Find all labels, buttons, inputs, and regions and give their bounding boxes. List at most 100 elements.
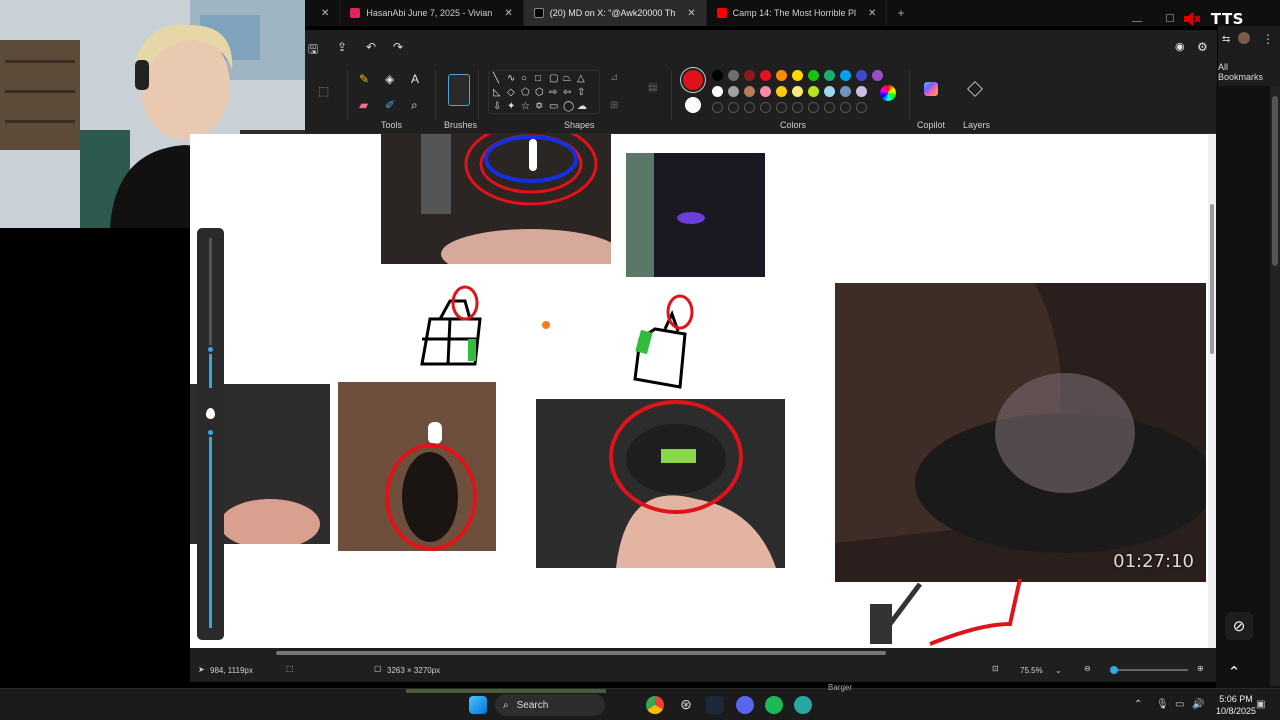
palette-swatch[interactable] — [760, 86, 771, 97]
app-icon[interactable] — [794, 696, 812, 714]
maximize-button[interactable] — [1166, 14, 1174, 22]
magnifier-icon[interactable]: ⌕ — [411, 98, 418, 113]
browser-tab-active[interactable]: (20) MD on X: "@Awk20000 Th ✕ — [523, 0, 707, 26]
custom-color-slot[interactable] — [744, 102, 755, 113]
arrow-up-shape-icon[interactable]: ⇧ — [577, 87, 585, 98]
profile-avatar[interactable] — [1238, 32, 1250, 44]
polygon-shape-icon[interactable]: ⏢ — [563, 73, 571, 84]
zoom-slider-knob[interactable] — [1110, 666, 1118, 674]
edit-colors-icon[interactable] — [880, 85, 896, 101]
custom-color-slot[interactable] — [728, 102, 739, 113]
line-shape-icon[interactable]: ╲ — [493, 73, 499, 84]
custom-color-slot[interactable] — [760, 102, 771, 113]
palette-swatch[interactable] — [744, 86, 755, 97]
redo-icon[interactable]: ↷ — [393, 40, 403, 54]
all-bookmarks-link[interactable]: All Bookmarks — [1218, 62, 1272, 82]
custom-color-slot[interactable] — [792, 102, 803, 113]
assistant-icon[interactable]: ⊘ — [1225, 612, 1253, 640]
eraser-icon[interactable]: ▰ — [359, 98, 368, 112]
start-icon[interactable] — [469, 696, 487, 714]
custom-color-slot[interactable] — [840, 102, 851, 113]
right-triangle-shape-icon[interactable]: ◺ — [493, 87, 501, 98]
minimize-button[interactable] — [1132, 14, 1142, 22]
star4-shape-icon[interactable]: ✦ — [507, 101, 515, 112]
oval-shape-icon[interactable]: ○ — [521, 73, 527, 84]
paint-canvas[interactable]: 01:27:10 — [190, 134, 1216, 648]
account-icon[interactable]: ◉ — [1175, 40, 1185, 53]
new-tab-button[interactable]: + — [887, 0, 914, 26]
custom-color-slot[interactable] — [856, 102, 867, 113]
fit-to-window-icon[interactable]: ⊡ — [992, 664, 999, 673]
fill-icon[interactable]: ◈ — [385, 72, 394, 86]
palette-swatch[interactable] — [776, 70, 787, 81]
scroll-top-icon[interactable]: ⌃ — [1220, 658, 1248, 686]
arrow-left-shape-icon[interactable]: ⇦ — [563, 87, 571, 98]
tab-close-icon[interactable]: ✕ — [504, 8, 512, 19]
openai-icon[interactable]: ⊛ — [677, 696, 695, 714]
selection-icon[interactable]: ⬚ — [318, 84, 329, 98]
brush-size-slider[interactable] — [197, 228, 224, 640]
copilot-icon[interactable] — [924, 82, 938, 96]
rounded-rect-shape-icon[interactable]: ▢ — [549, 73, 558, 84]
zoom-slider[interactable] — [1110, 669, 1188, 671]
tab-close-icon[interactable]: ✕ — [321, 8, 329, 19]
notification-icon[interactable]: ▣ — [1256, 699, 1265, 710]
shape-size-icon[interactable]: ▤ — [648, 82, 657, 93]
primary-color-swatch[interactable] — [683, 70, 703, 90]
zoom-level[interactable]: 75.5% — [1020, 666, 1043, 675]
rectangle-shape-icon[interactable]: □ — [535, 73, 541, 84]
arrow-right-shape-icon[interactable]: ⇨ — [549, 87, 557, 98]
palette-swatch[interactable] — [856, 86, 867, 97]
custom-color-slot[interactable] — [808, 102, 819, 113]
color-picker-icon[interactable]: ✐ — [385, 98, 395, 112]
text-tool-icon[interactable]: A — [411, 72, 419, 86]
undo-icon[interactable]: ↶ — [366, 40, 376, 54]
taskbar-clock[interactable]: 5:06 PM 10/8/2025 — [1216, 693, 1256, 717]
star5-shape-icon[interactable]: ☆ — [521, 101, 530, 112]
palette-swatch[interactable] — [872, 70, 883, 81]
zoom-in-icon[interactable]: ⊕ — [1197, 664, 1204, 673]
save-icon[interactable]: 🖫 — [308, 40, 318, 61]
opacity-slider-knob[interactable] — [206, 428, 215, 437]
share-icon[interactable]: ⇪ — [337, 40, 347, 54]
curve-shape-icon[interactable]: ∿ — [507, 73, 515, 84]
triangle-shape-icon[interactable]: △ — [577, 73, 585, 84]
palette-swatch[interactable] — [808, 86, 819, 97]
palette-swatch[interactable] — [776, 86, 787, 97]
cloud-shape-icon[interactable]: ☁ — [577, 101, 587, 112]
custom-color-slot[interactable] — [824, 102, 835, 113]
palette-swatch[interactable] — [728, 70, 739, 81]
palette-swatch[interactable] — [856, 70, 867, 81]
fill-style-icon[interactable]: ⊞ — [610, 100, 618, 111]
zoom-out-icon[interactable]: ⊖ — [1084, 664, 1091, 673]
palette-swatch[interactable] — [728, 86, 739, 97]
diamond-shape-icon[interactable]: ◇ — [507, 87, 515, 98]
tab-close-icon[interactable]: ✕ — [687, 8, 695, 19]
secondary-color-swatch[interactable] — [685, 97, 701, 113]
hexagon-shape-icon[interactable]: ⬡ — [535, 87, 544, 98]
outline-icon[interactable]: ⊿ — [610, 72, 618, 83]
taskbar-search[interactable]: ⌕ Search — [495, 694, 605, 716]
palette-swatch[interactable] — [808, 70, 819, 81]
steam-icon[interactable] — [706, 696, 724, 714]
palette-swatch[interactable] — [792, 86, 803, 97]
size-slider-knob[interactable] — [206, 345, 215, 354]
layers-icon[interactable] — [967, 81, 983, 97]
more-menu-icon[interactable]: ⋮ — [1262, 32, 1274, 46]
volume-icon[interactable]: 🔊 — [1192, 699, 1204, 710]
star6-shape-icon[interactable]: ✡ — [535, 101, 543, 112]
page-scrollbar[interactable] — [1270, 86, 1280, 686]
chrome-icon[interactable] — [646, 696, 664, 714]
tray-chevron-icon[interactable]: ⌃ — [1134, 699, 1142, 710]
zoom-dropdown-icon[interactable]: ⌄ — [1055, 666, 1062, 675]
palette-swatch[interactable] — [824, 86, 835, 97]
browser-tab[interactable]: HasanAbi June 7, 2025 - Vivian ✕ — [340, 0, 524, 26]
canvas-vertical-scrollbar[interactable] — [1208, 134, 1216, 648]
palette-swatch[interactable] — [792, 70, 803, 81]
extensions-icon[interactable]: ⇆ — [1222, 34, 1230, 45]
settings-gear-icon[interactable]: ⚙ — [1197, 40, 1208, 54]
palette-swatch[interactable] — [712, 86, 723, 97]
palette-swatch[interactable] — [712, 70, 723, 81]
discord-icon[interactable] — [736, 696, 754, 714]
palette-swatch[interactable] — [744, 70, 755, 81]
